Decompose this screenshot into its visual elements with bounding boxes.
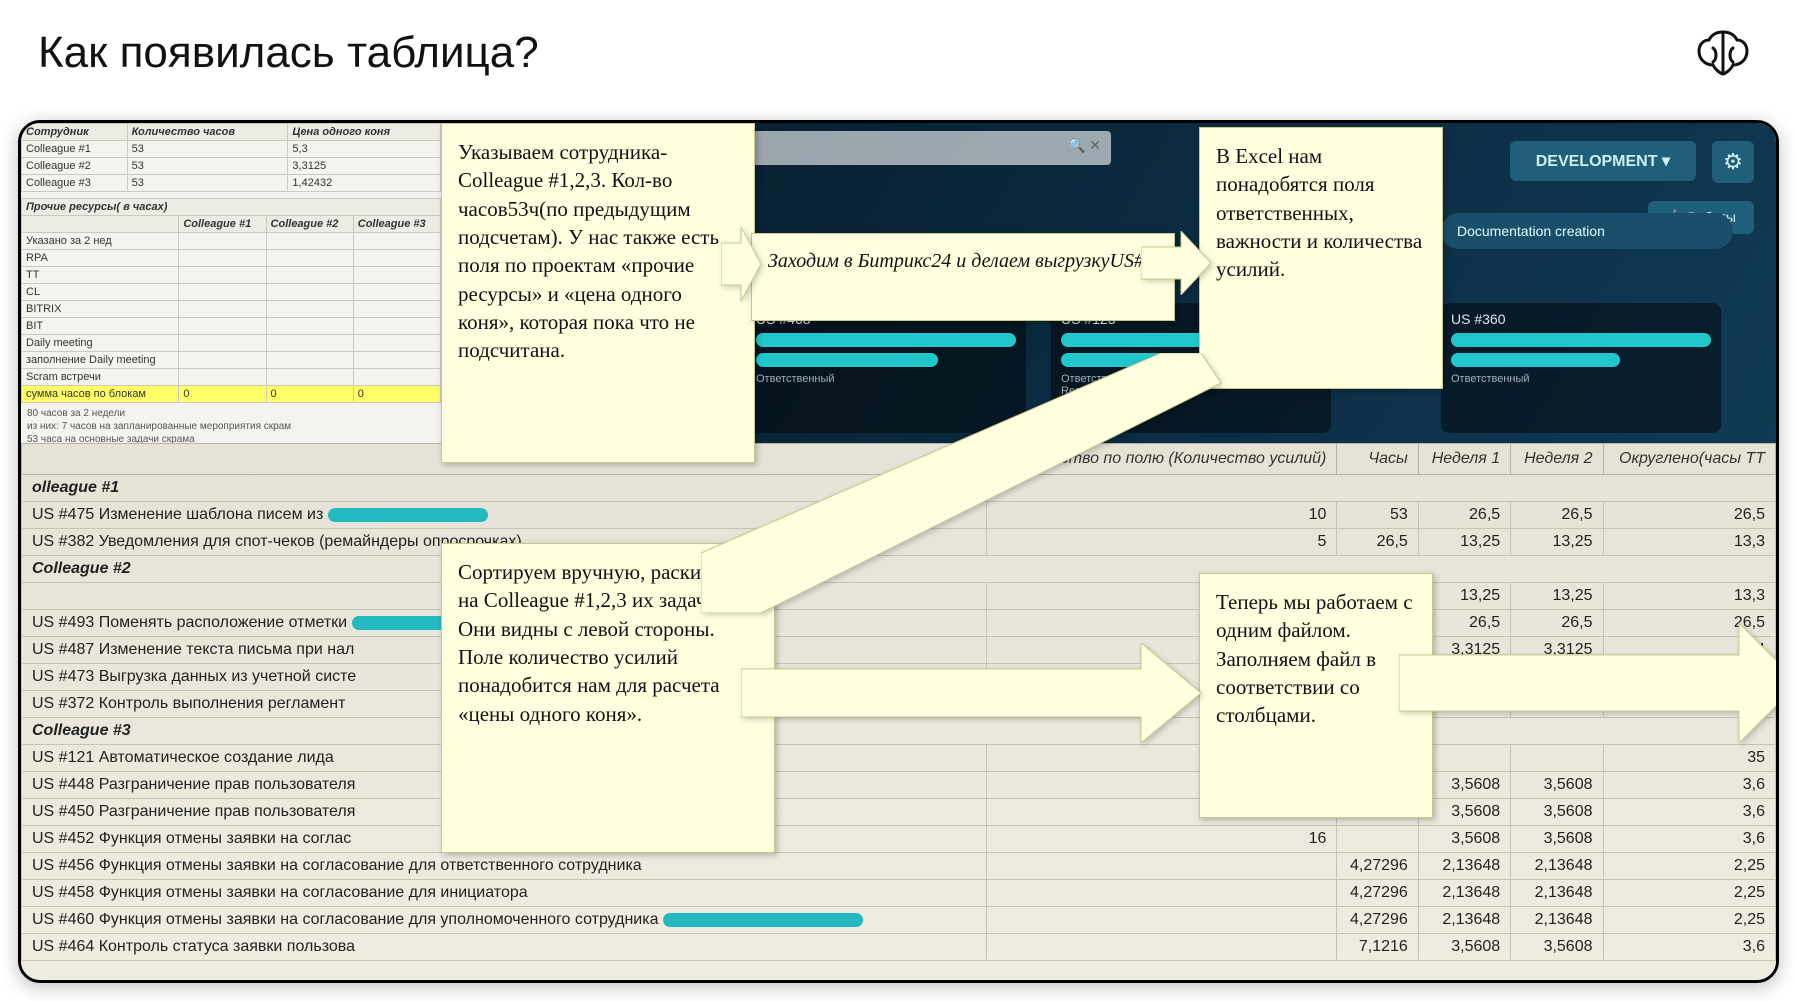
- num-cell: [986, 907, 1337, 934]
- bitrix-search[interactable]: [751, 131, 1111, 165]
- num-cell: 3,6: [1603, 772, 1776, 799]
- task-cell: US #458 Функция отмены заявки на согласо…: [22, 880, 987, 907]
- callout-5: Теперь мы работаем с одним файлом. Запол…: [1199, 573, 1433, 818]
- card-label: Ответственный: [1451, 373, 1711, 385]
- callout-3: В Excel нам понадобятся поля ответственн…: [1199, 127, 1443, 389]
- kanban-column-doc[interactable]: Documentation creation: [1441, 213, 1733, 249]
- num-cell: 2,13648: [1418, 907, 1510, 934]
- num-cell: 3,6: [1603, 799, 1776, 826]
- arrow-icon: [1399, 623, 1779, 743]
- num-cell: [986, 880, 1337, 907]
- res-header: Прочие ресурсы( в часах): [22, 199, 441, 216]
- num-cell: [986, 853, 1337, 880]
- num-cell: 4,27296: [1337, 853, 1418, 880]
- num-cell: 2,25: [1603, 880, 1776, 907]
- num-cell: 13,25: [1418, 529, 1510, 556]
- gear-icon[interactable]: ⚙: [1712, 141, 1754, 183]
- num-cell: 3,5608: [1511, 826, 1603, 853]
- task-cell: US #464 Контроль статуса заявки пользова: [22, 934, 987, 961]
- num-cell: [1511, 745, 1603, 772]
- col-header: Цена одного коня: [288, 124, 441, 141]
- num-cell: 2,13648: [1511, 853, 1603, 880]
- num-cell: 26,5: [1511, 502, 1603, 529]
- slide-title: Как появилась таблица?: [38, 28, 539, 78]
- arrow-icon: [1141, 231, 1211, 295]
- num-cell: 4,27296: [1337, 880, 1418, 907]
- resources-table: Прочие ресурсы( в часах) Colleague #1Col…: [21, 198, 441, 403]
- col-header: Количество часов: [127, 124, 288, 141]
- development-dropdown[interactable]: DEVELOPMENT: [1510, 141, 1696, 181]
- num-cell: 35: [1603, 745, 1776, 772]
- num-cell: 3,5608: [1511, 934, 1603, 961]
- brain-logo-icon: [1694, 28, 1752, 83]
- num-cell: 2,13648: [1511, 880, 1603, 907]
- num-cell: 2,13648: [1511, 907, 1603, 934]
- table-row: US #458 Функция отмены заявки на согласо…: [22, 880, 1776, 907]
- num-cell: 2,25: [1603, 907, 1776, 934]
- arrow-icon: [721, 219, 761, 309]
- table-row: US #121 Автоматическое создание лида 535: [22, 745, 1776, 772]
- num-cell: 13,3: [1603, 529, 1776, 556]
- employee-hours-table: СотрудникКоличество часовЦена одного кон…: [21, 123, 441, 192]
- arrow-diagonal-icon: [701, 353, 1221, 613]
- table-row: Colleague #2533,3125: [22, 158, 441, 175]
- table-row: Colleague #3531,42432: [22, 175, 441, 192]
- num-cell: [986, 934, 1337, 961]
- arrow-icon: [741, 643, 1201, 743]
- table-row: US #464 Контроль статуса заявки пользова…: [22, 934, 1776, 961]
- mini-spreadsheet: СотрудникКоличество часовЦена одного кон…: [21, 123, 441, 443]
- num-cell: 2,13648: [1418, 853, 1510, 880]
- num-cell: 26,5: [1603, 502, 1776, 529]
- card-title: US #360: [1451, 311, 1711, 327]
- table-row: US #452 Функция отмены заявки на соглас …: [22, 826, 1776, 853]
- num-cell: 3,6: [1603, 826, 1776, 853]
- table-row: US #456 Функция отмены заявки на согласо…: [22, 853, 1776, 880]
- num-cell: 13,25: [1511, 583, 1603, 610]
- num-cell: 3,5608: [1418, 826, 1510, 853]
- num-cell: 53: [1337, 502, 1418, 529]
- callout-2: Заходим в Битрикс24 и делаем выгрузкуUS#: [751, 233, 1175, 321]
- num-cell: 13,25: [1511, 529, 1603, 556]
- kanban-card[interactable]: US #360 Ответственный: [1441, 303, 1721, 433]
- num-cell: 2,25: [1603, 853, 1776, 880]
- num-cell: 7,1216: [1337, 934, 1418, 961]
- table-row: US #448 Разграничение прав пользователя …: [22, 772, 1776, 799]
- col-header: Сотрудник: [22, 124, 128, 141]
- sum-row: сумма часов по блокам000: [22, 386, 441, 403]
- num-cell: 3,6: [1603, 934, 1776, 961]
- content-area: СотрудникКоличество часовЦена одного кон…: [18, 120, 1779, 983]
- num-cell: 26,5: [1418, 502, 1510, 529]
- num-cell: 3,5608: [1511, 799, 1603, 826]
- task-cell: US #460 Функция отмены заявки на согласо…: [22, 907, 987, 934]
- num-cell: [1337, 826, 1418, 853]
- num-cell: 16: [986, 826, 1337, 853]
- num-cell: 2,13648: [1418, 880, 1510, 907]
- table-row: US #450 Разграничение прав пользователя …: [22, 799, 1776, 826]
- num-cell: 4,27296: [1337, 907, 1418, 934]
- table-row: US #460 Функция отмены заявки на согласо…: [22, 907, 1776, 934]
- num-cell: 3,5608: [1511, 772, 1603, 799]
- num-cell: 26,5: [1337, 529, 1418, 556]
- table-row: Colleague #1535,3: [22, 141, 441, 158]
- num-cell: 13,3: [1603, 583, 1776, 610]
- num-cell: 3,5608: [1418, 934, 1510, 961]
- task-cell: US #456 Функция отмены заявки на согласо…: [22, 853, 987, 880]
